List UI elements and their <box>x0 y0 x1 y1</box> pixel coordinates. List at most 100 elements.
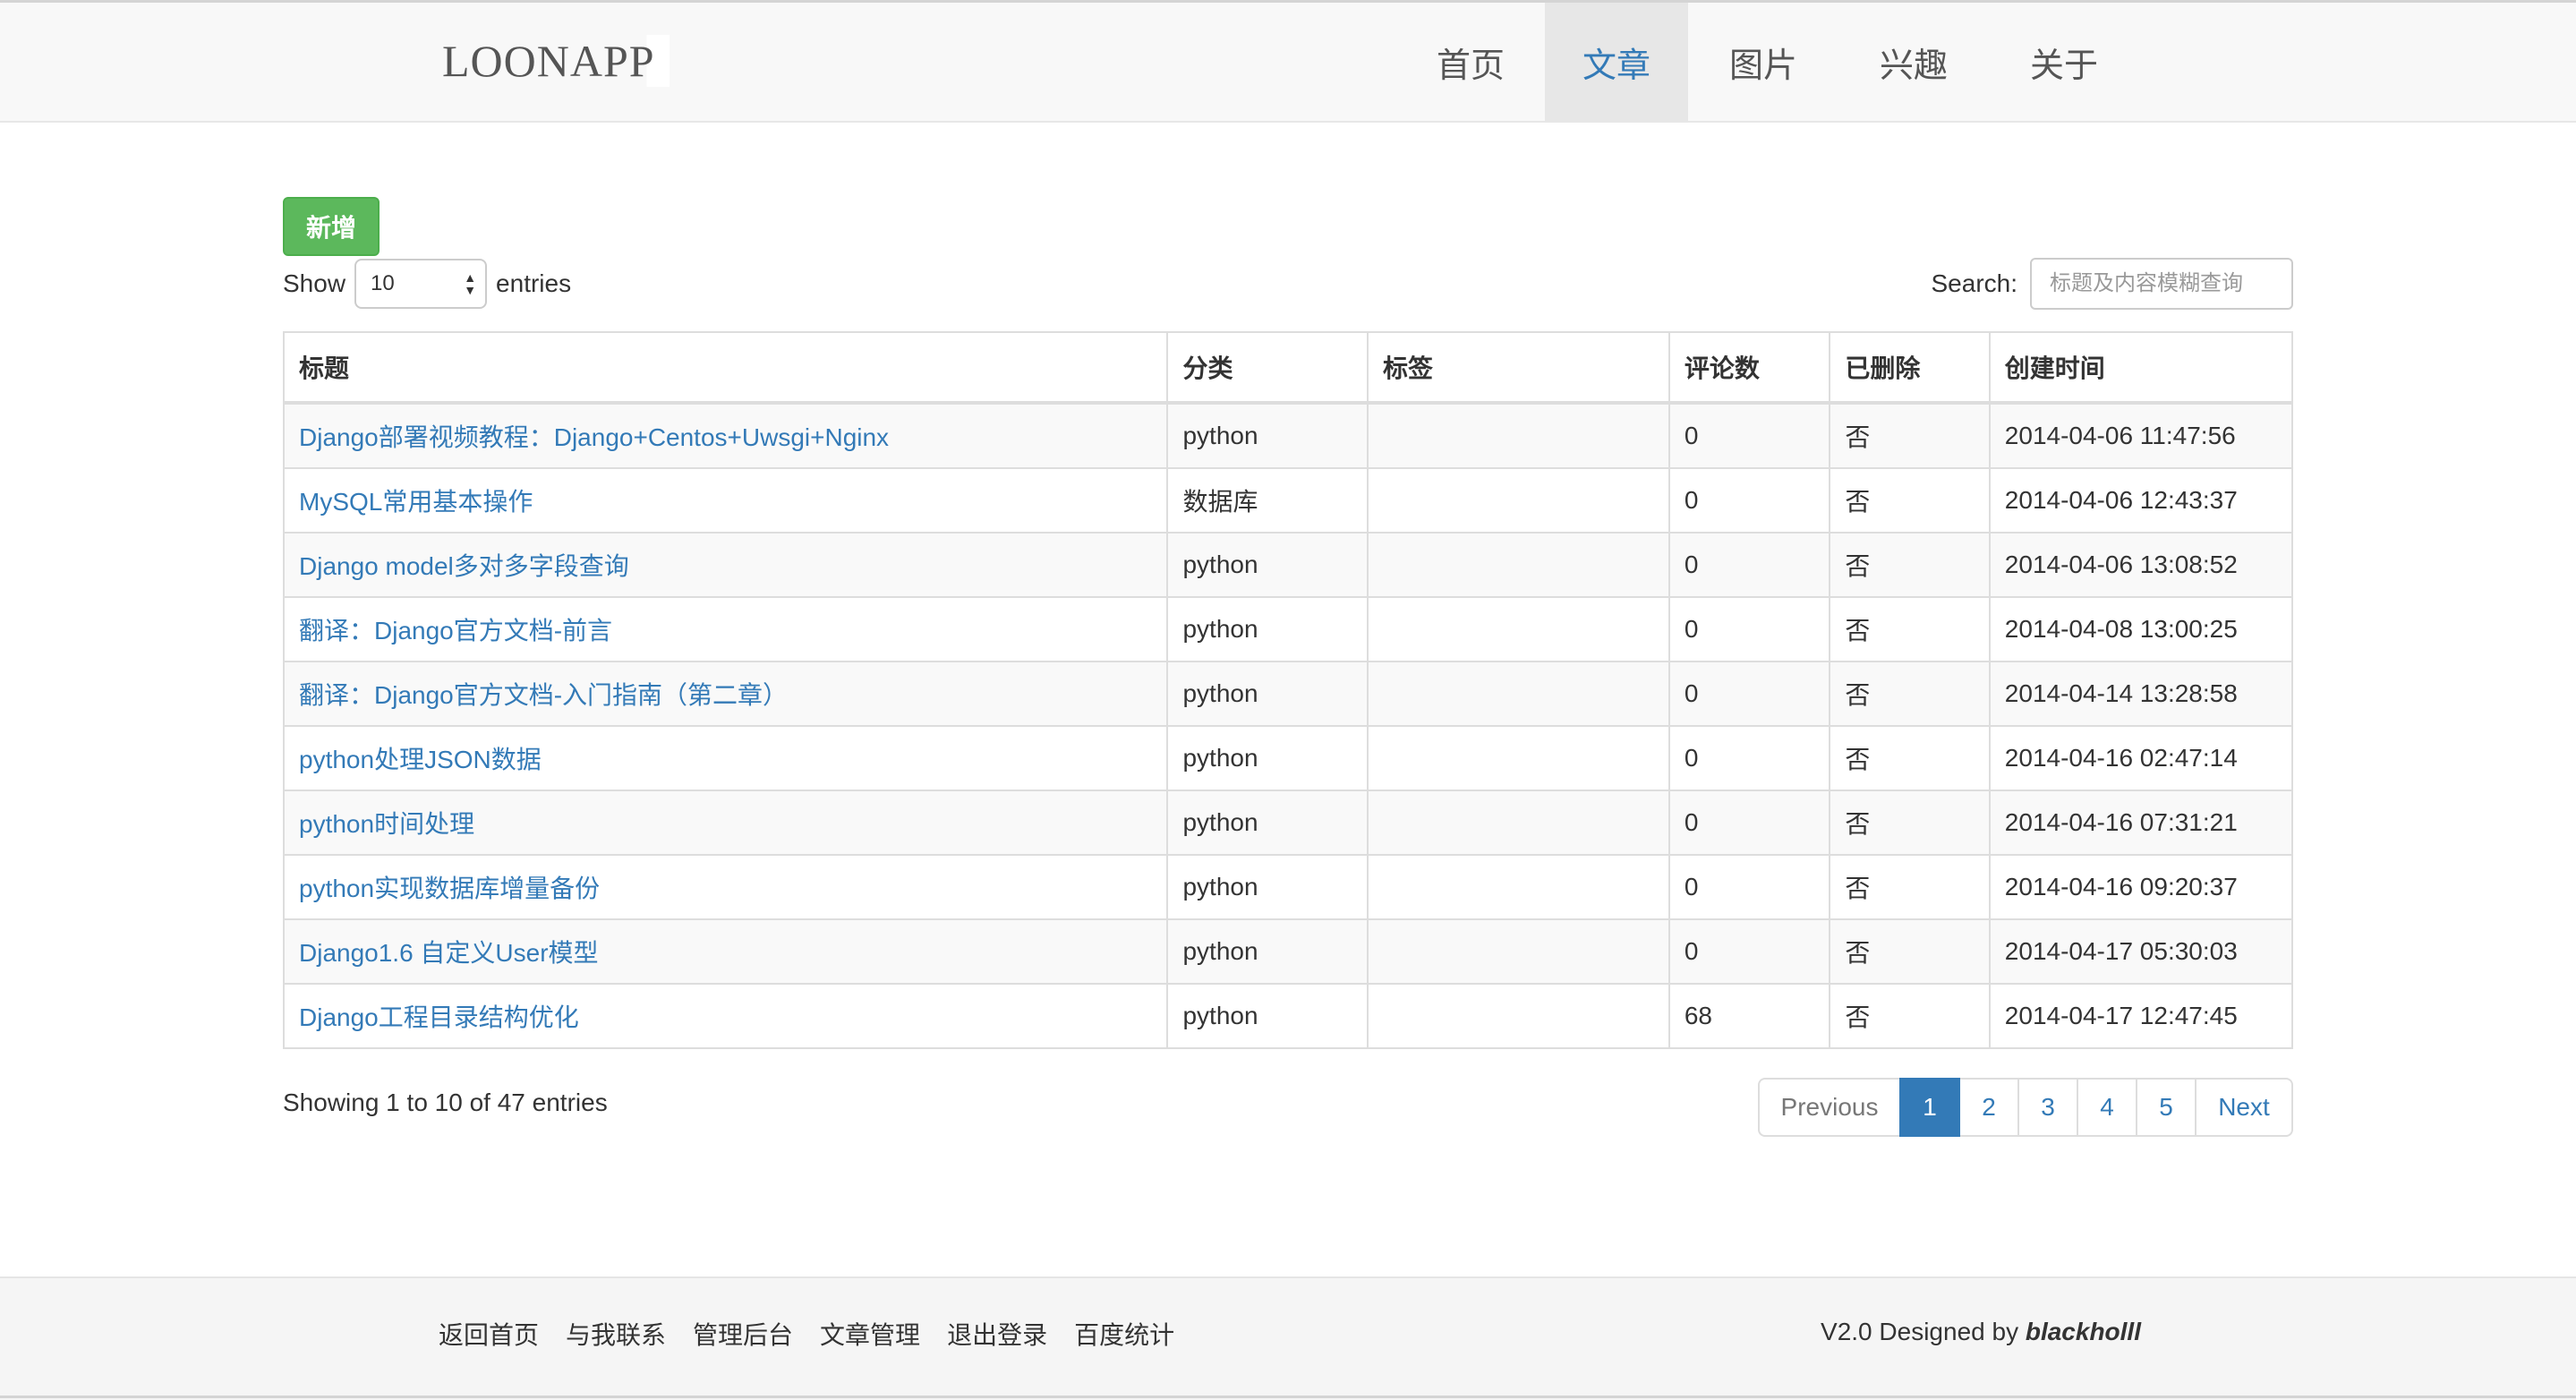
table-row: MySQL常用基本操作 数据库 0 否 2014-04-06 12:43:37 <box>282 467 2294 534</box>
cell-title: Django1.6 自定义User模型 <box>282 918 1169 985</box>
cell-category: python <box>1166 790 1369 856</box>
cell-category: 数据库 <box>1166 467 1369 534</box>
article-link[interactable]: Django model多对多字段查询 <box>299 552 629 580</box>
nav-item-home[interactable]: 首页 <box>1396 3 1545 121</box>
footer-link-home[interactable]: 返回首页 <box>439 1316 539 1352</box>
header-comments[interactable]: 评论数 <box>1668 331 1831 405</box>
cell-category: python <box>1166 918 1369 985</box>
page-button-2[interactable]: 2 <box>1958 1078 2019 1137</box>
nav-item-interests[interactable]: 兴趣 <box>1838 3 1989 121</box>
table-info: Showing 1 to 10 of 47 entries <box>283 1088 608 1116</box>
table-row: python时间处理 python 0 否 2014-04-16 07:31:2… <box>282 790 2294 856</box>
header-tags[interactable]: 标签 <box>1367 331 1670 405</box>
article-link[interactable]: 翻译：Django官方文档-入门指南（第二章） <box>299 681 788 709</box>
cell-comments: 0 <box>1668 918 1831 985</box>
cell-comments: 0 <box>1668 790 1831 856</box>
cell-deleted: 否 <box>1829 661 1991 727</box>
next-page-button[interactable]: Next <box>2195 1078 2293 1137</box>
pagination: Previous 1 2 3 4 5 Next <box>1758 1078 2293 1137</box>
article-link[interactable]: Django工程目录结构优化 <box>299 1003 579 1031</box>
footer-link-stats[interactable]: 百度统计 <box>1074 1316 1174 1352</box>
cell-deleted: 否 <box>1829 725 1991 791</box>
page-length-select[interactable]: 10 ▲ ▼ <box>354 259 488 309</box>
cell-category: python <box>1166 854 1369 920</box>
navbar: LOONAPP 首页 文章 图片 兴趣 关于 <box>0 3 2576 123</box>
cell-deleted: 否 <box>1829 918 1991 985</box>
table-row: Django部署视频教程：Django+Centos+Uwsgi+Nginx p… <box>282 402 2294 469</box>
nav-item-images[interactable]: 图片 <box>1688 3 1838 121</box>
cell-title: MySQL常用基本操作 <box>282 467 1169 534</box>
show-label: Show <box>283 269 346 297</box>
footer-link-logout[interactable]: 退出登录 <box>947 1316 1047 1352</box>
cell-title: Django model多对多字段查询 <box>282 532 1169 598</box>
cell-comments: 0 <box>1668 596 1831 662</box>
cell-title: Django工程目录结构优化 <box>282 983 1169 1049</box>
cell-comments: 0 <box>1668 661 1831 727</box>
add-article-button[interactable]: 新增 <box>283 197 380 256</box>
cell-title: python处理JSON数据 <box>282 725 1169 791</box>
cell-comments: 0 <box>1668 854 1831 920</box>
footer-link-article-manage[interactable]: 文章管理 <box>820 1316 920 1352</box>
cell-created: 2014-04-16 09:20:37 <box>1988 854 2294 920</box>
footer: 返回首页 与我联系 管理后台 文章管理 退出登录 百度统计 V2.0 Desig… <box>0 1276 2576 1400</box>
header-deleted[interactable]: 已删除 <box>1829 331 1991 405</box>
footer-link-contact[interactable]: 与我联系 <box>566 1316 666 1352</box>
previous-page-button[interactable]: Previous <box>1758 1078 1901 1137</box>
article-link[interactable]: 翻译：Django官方文档-前言 <box>299 617 612 645</box>
footer-link-admin[interactable]: 管理后台 <box>693 1316 793 1352</box>
articles-table: 标题 分类 标签 评论数 已删除 创建时间 Django部署视频教程：Djang… <box>282 331 2294 1049</box>
article-link[interactable]: Django部署视频教程：Django+Centos+Uwsgi+Nginx <box>299 423 889 451</box>
cell-tags <box>1367 983 1670 1049</box>
footer-links: 返回首页 与我联系 管理后台 文章管理 退出登录 百度统计 <box>439 1316 1201 1352</box>
cell-deleted: 否 <box>1829 983 1991 1049</box>
header-category[interactable]: 分类 <box>1166 331 1369 405</box>
entries-label: entries <box>496 269 572 297</box>
cell-created: 2014-04-06 11:47:56 <box>1988 402 2294 469</box>
brand-logo[interactable]: LOONAPP <box>442 35 670 87</box>
footer-credit: V2.0 Designed by blackholll <box>1821 1318 2141 1346</box>
cell-created: 2014-04-17 05:30:03 <box>1988 918 2294 985</box>
credit-prefix: V2.0 Designed by <box>1821 1318 2026 1345</box>
cell-comments: 0 <box>1668 532 1831 598</box>
cell-tags <box>1367 918 1670 985</box>
cell-title: 翻译：Django官方文档-入门指南（第二章） <box>282 661 1169 727</box>
cell-tags <box>1367 790 1670 856</box>
cell-comments: 0 <box>1668 402 1831 469</box>
cell-comments: 0 <box>1668 725 1831 791</box>
nav-item-about[interactable]: 关于 <box>1989 3 2139 121</box>
cell-title: python时间处理 <box>282 790 1169 856</box>
main-nav: 首页 文章 图片 兴趣 关于 <box>1396 3 2139 121</box>
article-link[interactable]: python时间处理 <box>299 810 474 838</box>
article-link[interactable]: MySQL常用基本操作 <box>299 488 533 516</box>
header-created[interactable]: 创建时间 <box>1988 331 2294 405</box>
cell-category: python <box>1166 402 1369 469</box>
table-row: Django1.6 自定义User模型 python 0 否 2014-04-1… <box>282 918 2294 985</box>
cell-created: 2014-04-17 12:47:45 <box>1988 983 2294 1049</box>
nav-item-articles[interactable]: 文章 <box>1545 3 1688 121</box>
page-button-5[interactable]: 5 <box>2136 1078 2196 1137</box>
cell-title: 翻译：Django官方文档-前言 <box>282 596 1169 662</box>
cell-comments: 0 <box>1668 467 1831 534</box>
cell-created: 2014-04-06 13:08:52 <box>1988 532 2294 598</box>
page-button-4[interactable]: 4 <box>2077 1078 2137 1137</box>
page-button-1[interactable]: 1 <box>1899 1078 1960 1137</box>
select-arrows-icon: ▲ ▼ <box>464 270 477 297</box>
cell-created: 2014-04-16 07:31:21 <box>1988 790 2294 856</box>
page-button-3[interactable]: 3 <box>2017 1078 2078 1137</box>
search-input[interactable] <box>2030 258 2293 310</box>
table-row: Django model多对多字段查询 python 0 否 2014-04-0… <box>282 532 2294 598</box>
article-link[interactable]: Django1.6 自定义User模型 <box>299 939 599 967</box>
cell-tags <box>1367 402 1670 469</box>
table-row: 翻译：Django官方文档-入门指南（第二章） python 0 否 2014-… <box>282 661 2294 727</box>
table-header-row: 标题 分类 标签 评论数 已删除 创建时间 <box>282 331 2294 405</box>
article-link[interactable]: python处理JSON数据 <box>299 746 542 773</box>
cell-tags <box>1367 532 1670 598</box>
header-title[interactable]: 标题 <box>282 331 1169 405</box>
cell-tags <box>1367 854 1670 920</box>
cell-created: 2014-04-14 13:28:58 <box>1988 661 2294 727</box>
article-link[interactable]: python实现数据库增量备份 <box>299 875 600 902</box>
page-length-value: 10 <box>371 271 395 295</box>
page-length-control: Show 10 ▲ ▼ entries <box>283 258 571 310</box>
search-control: Search: <box>1932 258 2293 310</box>
cell-created: 2014-04-08 13:00:25 <box>1988 596 2294 662</box>
